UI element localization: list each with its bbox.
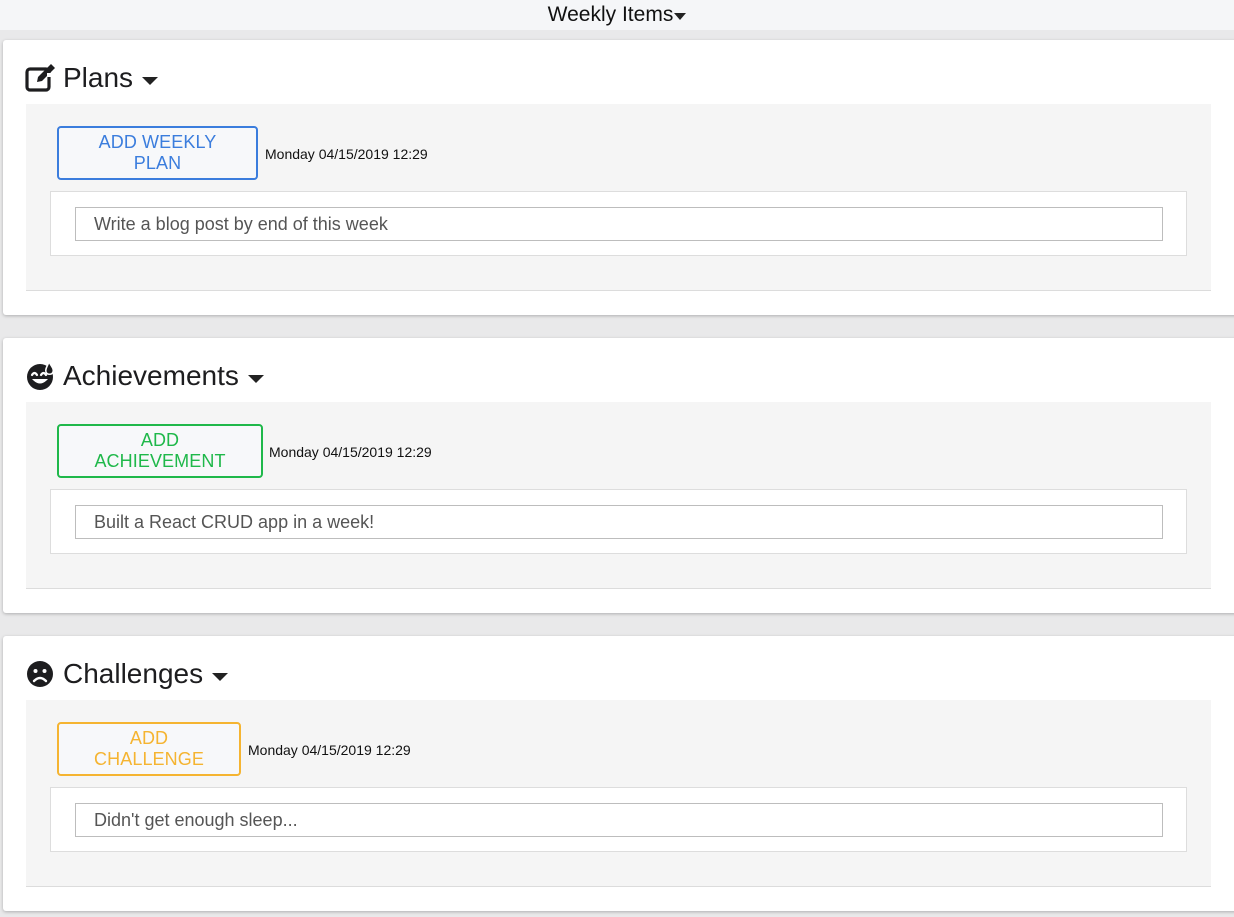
- challenges-card: Challenges ADD CHALLENGE Monday 04/15/20…: [3, 636, 1234, 911]
- weekly-items-header[interactable]: Weekly Items: [0, 0, 1234, 30]
- achievements-panel: ADD ACHIEVEMENT Monday 04/15/2019 12:29: [26, 402, 1211, 589]
- timestamp: Monday 04/15/2019 12:29: [248, 742, 411, 758]
- add-weekly-plan-button[interactable]: ADD WEEKLY PLAN: [57, 126, 258, 180]
- caret-down-icon[interactable]: [674, 12, 687, 20]
- grin-beam-sweat-icon: [25, 360, 57, 392]
- challenges-panel: ADD CHALLENGE Monday 04/15/2019 12:29: [26, 700, 1211, 887]
- entry-container: [50, 191, 1187, 256]
- section-title: Challenges: [63, 658, 204, 689]
- frown-icon: [25, 658, 57, 690]
- add-achievement-button[interactable]: ADD ACHIEVEMENT: [57, 424, 263, 478]
- page-title: Weekly Items: [547, 3, 674, 26]
- caret-down-icon[interactable]: [247, 375, 264, 383]
- timestamp: Monday 04/15/2019 12:29: [265, 146, 428, 162]
- timestamp: Monday 04/15/2019 12:29: [269, 444, 432, 460]
- achievements-card: Achievements ADD ACHIEVEMENT Monday 04/1…: [3, 338, 1234, 613]
- entry-container: [50, 489, 1187, 554]
- plans-panel: ADD WEEKLY PLAN Monday 04/15/2019 12:29: [26, 104, 1211, 291]
- achievements-header[interactable]: Achievements: [25, 360, 264, 392]
- section-title: Plans: [63, 62, 134, 93]
- section-title: Achievements: [63, 360, 239, 391]
- achievement-entry-input[interactable]: [75, 505, 1163, 539]
- caret-down-icon[interactable]: [212, 673, 229, 681]
- add-challenge-button[interactable]: ADD CHALLENGE: [57, 722, 241, 776]
- challenges-header[interactable]: Challenges: [25, 658, 229, 690]
- caret-down-icon[interactable]: [142, 77, 159, 85]
- entry-container: [50, 787, 1187, 852]
- challenge-entry-input[interactable]: [75, 803, 1163, 837]
- plan-entry-input[interactable]: [75, 207, 1163, 241]
- edit-icon: [25, 62, 57, 94]
- plans-card: Plans ADD WEEKLY PLAN Monday 04/15/2019 …: [3, 40, 1234, 315]
- plans-header[interactable]: Plans: [25, 62, 159, 94]
